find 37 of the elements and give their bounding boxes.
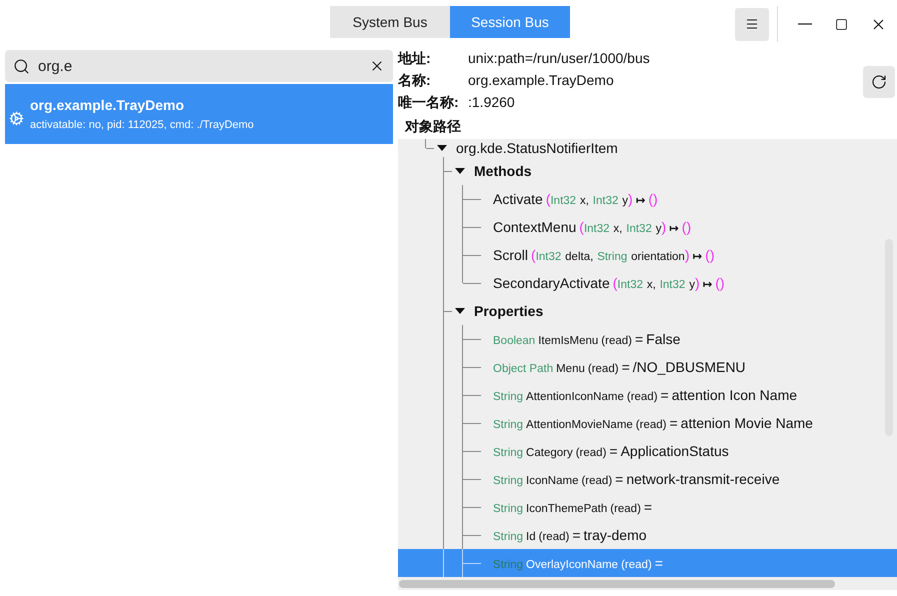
search-icon xyxy=(13,58,30,74)
method-entry[interactable]: Scroll (Int32 delta, String orientation) ↦ () xyxy=(493,247,714,263)
info-value: unix:path=/run/user/1000/bus xyxy=(468,50,650,68)
info-label: 唯一名称: xyxy=(398,94,460,112)
caret-down-icon[interactable] xyxy=(455,307,465,315)
method-entry[interactable]: SecondaryActivate (Int32 x, Int32 y) ↦ () xyxy=(493,275,725,291)
gear-icon xyxy=(9,110,24,126)
search-field[interactable]: org.e xyxy=(5,50,393,82)
method-entry[interactable]: Activate (Int32 x, Int32 y) ↦ () xyxy=(493,191,658,207)
menu-button[interactable] xyxy=(735,8,769,40)
property-entry[interactable]: Object Path Menu (read) = /NO_DBUSMENU xyxy=(493,359,746,375)
horizontal-scrollbar[interactable] xyxy=(399,580,835,588)
info-value: org.example.TrayDemo xyxy=(468,72,615,90)
refresh-button[interactable] xyxy=(863,66,895,98)
method-entry[interactable]: ContextMenu (Int32 x, Int32 y) ↦ () xyxy=(493,219,692,235)
section-heading: 对象路径 xyxy=(405,118,461,136)
maximize-icon xyxy=(835,18,848,30)
interface-name[interactable]: org.kde.StatusNotifierItem xyxy=(456,140,618,156)
caret-down-icon[interactable] xyxy=(437,144,447,152)
refresh-icon xyxy=(871,74,887,90)
property-entry[interactable]: String IconThemePath (read) = xyxy=(493,499,652,515)
group-label[interactable]: Properties xyxy=(474,303,544,319)
property-entry[interactable]: String Category (read) = ApplicationStatus xyxy=(493,443,729,459)
caret-down-icon[interactable] xyxy=(455,167,465,175)
info-value: :1.9260 xyxy=(468,94,516,112)
menu-icon xyxy=(745,17,759,31)
property-entry[interactable]: String AttentionMovieName (read) = attenion Movie Name xyxy=(493,415,813,431)
search-input[interactable]: org.e xyxy=(36,56,363,76)
bus-tab[interactable]: System Bus xyxy=(330,6,450,38)
info-label: 名称: xyxy=(398,72,432,90)
property-entry[interactable]: String IconName (read) = network-transmit-receive xyxy=(493,471,780,487)
info-label: 地址: xyxy=(398,50,432,68)
property-entry[interactable]: String Id (read) = tray-demo xyxy=(493,527,647,543)
property-entry[interactable]: Boolean ItemIsMenu (read) = False xyxy=(493,331,680,347)
group-label[interactable]: Methods xyxy=(474,163,532,179)
minimize-icon xyxy=(798,23,812,25)
property-entry[interactable]: String AttentionIconName (read) = attention Icon Name xyxy=(493,387,798,403)
